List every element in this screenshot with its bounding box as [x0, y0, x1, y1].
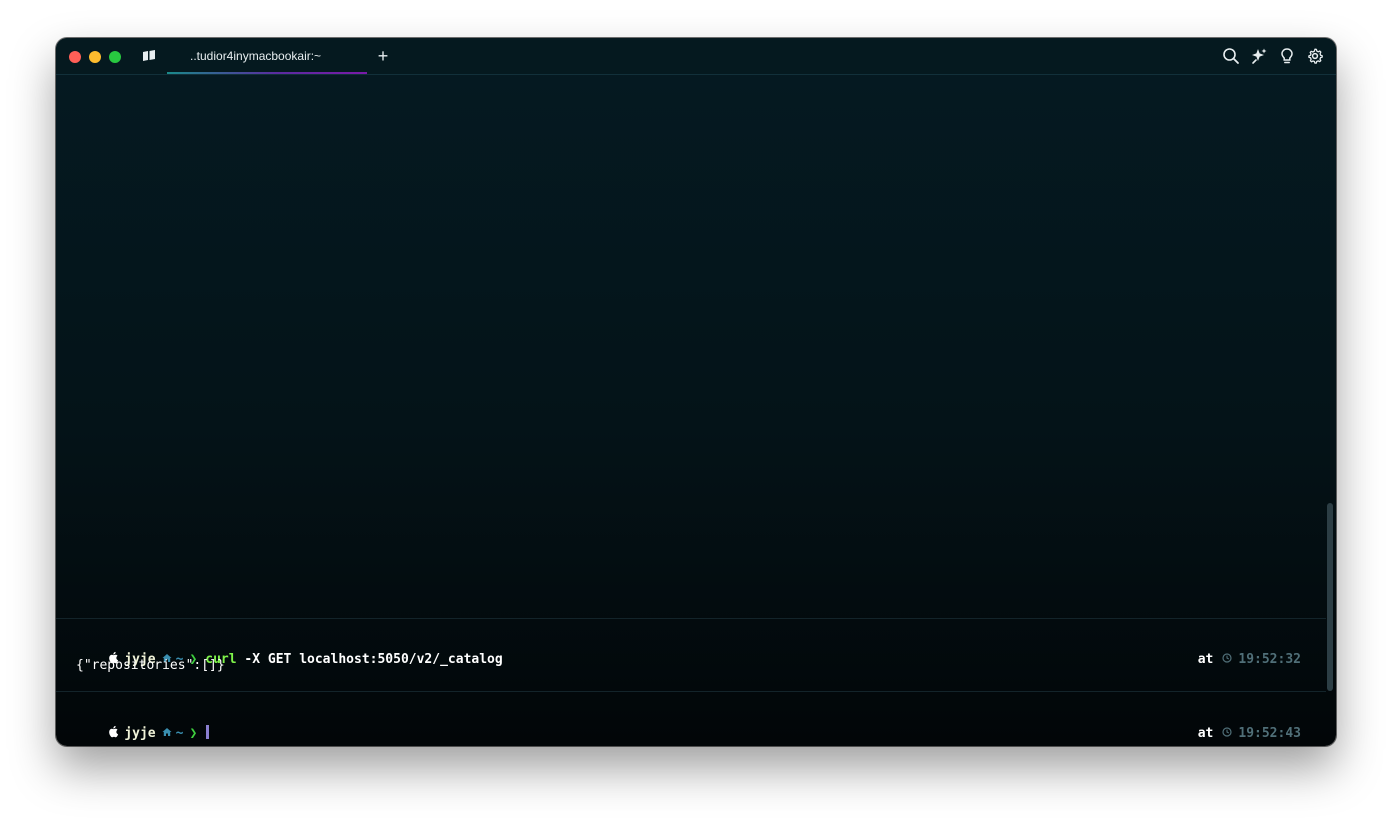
at-label: at: [1197, 652, 1214, 667]
active-prompt[interactable]: jyje ~ ❯: [76, 707, 210, 741]
home-icon: [162, 728, 172, 736]
prompt-chevron: ❯: [189, 726, 198, 741]
command-block-prompt[interactable]: jyje ~ ❯ curl -X GET localhost:5050/v2/_ca…: [76, 633, 503, 667]
lightbulb-icon[interactable]: [1278, 47, 1296, 65]
command-time: 19:52:32: [1238, 652, 1301, 667]
text-cursor[interactable]: [206, 725, 210, 739]
tab-title: ..tudior4inymacbookair:~: [190, 49, 322, 63]
clock-icon: [1222, 727, 1232, 737]
new-tab-button[interactable]: +: [374, 46, 392, 66]
apple-icon: [109, 725, 119, 738]
clock-icon: [1222, 653, 1232, 663]
tabs-panel-icon[interactable]: [141, 48, 157, 64]
title-bar: ..tudior4inymacbookair:~ +: [56, 38, 1336, 75]
command-timestamp: at 19:52:32: [1166, 633, 1301, 667]
prompt-user: jyje: [124, 726, 156, 741]
command-output: {"repositories":[]}: [76, 658, 225, 673]
prompt-timestamp: at 19:52:43: [1166, 707, 1301, 741]
scrollbar[interactable]: [1327, 503, 1333, 691]
search-icon[interactable]: [1222, 47, 1240, 65]
command-args: -X GET localhost:5050/v2/_catalog: [236, 652, 503, 667]
maximize-window-button[interactable]: [109, 51, 121, 63]
close-window-button[interactable]: [69, 51, 81, 63]
terminal-window: ..tudior4inymacbookair:~ + jyje ~ ❯ curl…: [56, 38, 1336, 746]
prompt-dir: ~: [175, 726, 184, 741]
at-label: at: [1197, 726, 1214, 741]
minimize-window-button[interactable]: [89, 51, 101, 63]
settings-gear-icon[interactable]: [1306, 47, 1324, 65]
tab-active-indicator: [167, 72, 367, 74]
block-divider: [56, 618, 1326, 619]
block-divider: [56, 691, 1326, 692]
tab-active[interactable]: ..tudior4inymacbookair:~: [167, 38, 367, 74]
ai-sparkle-icon[interactable]: [1250, 47, 1268, 65]
prompt-time: 19:52:43: [1238, 726, 1301, 741]
